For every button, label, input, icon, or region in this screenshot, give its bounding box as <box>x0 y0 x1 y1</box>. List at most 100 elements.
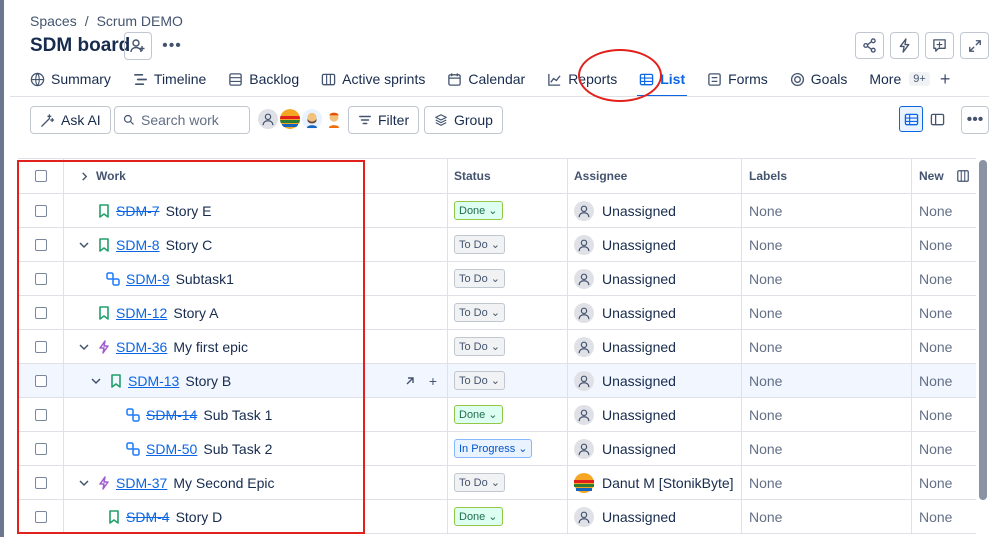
column-status[interactable]: Status <box>448 159 568 193</box>
assignee-cell[interactable]: Danut M [StonikByte] <box>568 466 742 499</box>
chevron-down-icon[interactable] <box>76 342 92 352</box>
issue-key-link[interactable]: SDM-37 <box>116 475 167 491</box>
new-cell[interactable]: None <box>912 262 976 295</box>
tab-more[interactable]: More 9+ <box>869 66 930 92</box>
new-cell[interactable]: None <box>912 500 976 533</box>
status-dropdown[interactable]: To Do ⌄ <box>454 303 505 322</box>
assignee-cell[interactable]: Unassigned <box>568 296 742 329</box>
assignee-cell[interactable]: Unassigned <box>568 364 742 397</box>
row-checkbox[interactable] <box>34 476 47 489</box>
row-checkbox[interactable] <box>34 272 47 285</box>
labels-cell[interactable]: None <box>742 194 912 227</box>
issue-summary[interactable]: My first epic <box>173 339 248 355</box>
avatar-unassigned[interactable] <box>258 109 278 129</box>
assignee-cell[interactable]: Unassigned <box>568 398 742 431</box>
issue-summary[interactable]: Subtask1 <box>176 271 234 287</box>
filter-button[interactable]: Filter <box>348 106 420 134</box>
issue-summary[interactable]: Story D <box>176 509 223 525</box>
add-people-button[interactable] <box>124 32 152 60</box>
search-field[interactable] <box>114 106 250 134</box>
labels-cell[interactable]: None <box>742 466 912 499</box>
row-checkbox[interactable] <box>34 340 47 353</box>
new-cell[interactable]: None <box>912 228 976 261</box>
status-dropdown[interactable]: Done ⌄ <box>454 201 503 220</box>
issue-key-link[interactable]: SDM-12 <box>116 305 167 321</box>
row-checkbox[interactable] <box>34 204 47 217</box>
avatar-user-3[interactable] <box>324 109 344 129</box>
labels-cell[interactable]: None <box>742 296 912 329</box>
table-row[interactable]: SDM-13 Story B + To Do ⌄ Unassigned None … <box>18 364 976 398</box>
column-labels[interactable]: Labels <box>742 159 912 193</box>
search-input[interactable] <box>141 112 241 128</box>
tab-goals[interactable]: Goals <box>790 66 847 92</box>
select-all-checkbox[interactable] <box>34 170 47 182</box>
issue-key-link[interactable]: SDM-8 <box>116 237 160 253</box>
toolbar-more-button[interactable]: ••• <box>961 106 989 134</box>
add-child-icon[interactable]: + <box>429 373 437 389</box>
chevron-down-icon[interactable] <box>76 240 92 250</box>
table-view-button[interactable] <box>899 106 923 132</box>
status-dropdown[interactable]: To Do ⌄ <box>454 371 505 390</box>
ask-ai-button[interactable]: Ask AI <box>30 106 111 134</box>
table-row[interactable]: SDM-14 Sub Task 1 Done ⌄ Unassigned None … <box>18 398 976 432</box>
issue-summary[interactable]: Sub Task 2 <box>203 441 272 457</box>
assignee-cell[interactable]: Unassigned <box>568 330 742 363</box>
labels-cell[interactable]: None <box>742 262 912 295</box>
labels-cell[interactable]: None <box>742 228 912 261</box>
row-checkbox[interactable] <box>34 306 47 319</box>
more-actions-button[interactable]: ••• <box>160 32 184 60</box>
tab-backlog[interactable]: Backlog <box>228 66 299 92</box>
status-dropdown[interactable]: In Progress ⌄ <box>454 439 533 458</box>
issue-summary[interactable]: Story B <box>185 373 231 389</box>
new-cell[interactable]: None <box>912 296 976 329</box>
assignee-cell[interactable]: Unassigned <box>568 228 742 261</box>
share-button[interactable] <box>855 32 884 59</box>
table-row[interactable]: SDM-36 My first epic To Do ⌄ Unassigned N… <box>18 330 976 364</box>
labels-cell[interactable]: None <box>742 364 912 397</box>
assignee-cell[interactable]: Unassigned <box>568 432 742 465</box>
issue-key-link[interactable]: SDM-4 <box>126 509 170 525</box>
column-settings-button[interactable] <box>950 159 976 193</box>
issue-summary[interactable]: Story E <box>166 203 212 219</box>
detail-view-button[interactable] <box>925 106 949 132</box>
avatar-user-2[interactable] <box>302 109 322 129</box>
table-row[interactable]: SDM-37 My Second Epic To Do ⌄ Danut M [St… <box>18 466 976 500</box>
tab-forms[interactable]: Forms <box>707 66 768 92</box>
issue-key-link[interactable]: SDM-7 <box>116 203 160 219</box>
new-cell[interactable]: None <box>912 466 976 499</box>
new-cell[interactable]: None <box>912 432 976 465</box>
new-cell[interactable]: None <box>912 194 976 227</box>
status-dropdown[interactable]: To Do ⌄ <box>454 269 505 288</box>
breadcrumb-spaces[interactable]: Spaces <box>30 13 77 29</box>
column-work[interactable]: Work <box>96 169 126 183</box>
table-row[interactable]: SDM-4 Story D Done ⌄ Unassigned None None <box>18 500 976 534</box>
row-checkbox[interactable] <box>34 408 47 421</box>
vertical-scrollbar[interactable] <box>979 160 987 500</box>
chevron-down-icon[interactable] <box>88 376 104 386</box>
table-row[interactable]: SDM-12 Story A To Do ⌄ Unassigned None No… <box>18 296 976 330</box>
breadcrumb-project[interactable]: Scrum DEMO <box>97 13 183 29</box>
feedback-button[interactable] <box>925 32 954 59</box>
row-checkbox[interactable] <box>34 442 47 455</box>
assignee-cell[interactable]: Unassigned <box>568 262 742 295</box>
new-cell[interactable]: None <box>912 364 976 397</box>
labels-cell[interactable]: None <box>742 398 912 431</box>
chevron-down-icon[interactable] <box>76 478 92 488</box>
tab-summary[interactable]: Summary <box>30 66 111 92</box>
tab-active-sprints[interactable]: Active sprints <box>321 66 425 92</box>
issue-key-link[interactable]: SDM-36 <box>116 339 167 355</box>
labels-cell[interactable]: None <box>742 330 912 363</box>
column-assignee[interactable]: Assignee <box>568 159 742 193</box>
tab-reports[interactable]: Reports <box>547 66 617 92</box>
automation-button[interactable] <box>890 32 919 59</box>
status-dropdown[interactable]: To Do ⌄ <box>454 337 505 356</box>
table-row[interactable]: SDM-8 Story C To Do ⌄ Unassigned None Non… <box>18 228 976 262</box>
new-cell[interactable]: None <box>912 330 976 363</box>
avatar-stonikbyte[interactable] <box>280 109 300 129</box>
issue-key-link[interactable]: SDM-13 <box>128 373 179 389</box>
group-button[interactable]: Group <box>424 106 503 134</box>
status-dropdown[interactable]: To Do ⌄ <box>454 473 505 492</box>
table-row[interactable]: SDM-50 Sub Task 2 In Progress ⌄ Unassigne… <box>18 432 976 466</box>
labels-cell[interactable]: None <box>742 500 912 533</box>
status-dropdown[interactable]: To Do ⌄ <box>454 235 505 254</box>
